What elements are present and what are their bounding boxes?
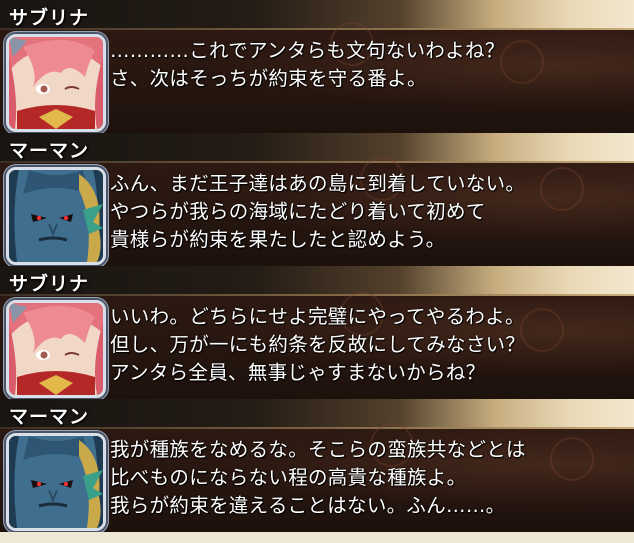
dialogue-text: ふん、まだ王子達はあの島に到着していない。 やつらが我らの海域にたどり着いて初め… <box>110 170 625 254</box>
dialogue-text: …………これでアンタらも文句ないわよね？ さ、次はそっちが約束を守る番よ。 <box>110 37 625 93</box>
dialogue-line: 貴様らが約束を果たしたと認めよう。 <box>110 228 446 251</box>
sabrina-portrait-icon <box>6 34 106 132</box>
dialogue-entry: マーマン ふん、まだ王子達はあの島に到着していない。 やつらが我らの海域にたどり… <box>0 133 634 266</box>
speaker-name-bar: マーマン <box>0 133 634 163</box>
dialogue-entry: サブリナ …………これでアンタらも文句ないわよね？ さ、次はそっちが約束を守る番… <box>0 0 634 133</box>
dialogue-line: さ、次はそっちが約束を守る番よ。 <box>110 67 427 90</box>
dialogue-line: 比べものにならない程の高貴な種族よ。 <box>110 466 467 489</box>
speaker-name-bar: サブリナ <box>0 266 634 296</box>
dialogue-line: ふん、まだ王子達はあの島に到着していない。 <box>110 172 526 195</box>
dialogue-entry: マーマン 我が種族をなめるな。そこらの蛮族共などとは 比べものにならない程の高貴… <box>0 399 634 532</box>
speaker-name-bar: マーマン <box>0 399 634 429</box>
dialogue-text: いいわ。どちらにせよ完璧にやってやるわよ。 但し、万が一にも約条を反故にしてみな… <box>110 303 625 387</box>
dialogue-line: やつらが我らの海域にたどり着いて初めて <box>110 200 486 223</box>
merman-portrait-icon <box>6 167 106 265</box>
dialogue-line: 我らが約束を違えることはない。ふん……。 <box>110 494 506 517</box>
dialogue-line: 我が種族をなめるな。そこらの蛮族共などとは <box>110 438 526 461</box>
speaker-name: マーマン <box>9 140 90 162</box>
sabrina-portrait-icon <box>6 300 106 398</box>
dialogue-entry: サブリナ いいわ。どちらにせよ完璧にやってやるわよ。 但し、万が一にも約条を反故… <box>0 266 634 399</box>
dialogue-line: アンタら全員、無事じゃすまないからね？ <box>110 361 486 384</box>
speaker-name: サブリナ <box>9 273 90 295</box>
speaker-name: マーマン <box>9 406 90 428</box>
dialogue-line: いいわ。どちらにせよ完璧にやってやるわよ。 <box>110 305 525 328</box>
speaker-name-bar: サブリナ <box>0 0 634 30</box>
merman-portrait-icon <box>6 433 106 531</box>
dialogue-line: 但し、万が一にも約条を反故にしてみなさい？ <box>110 333 526 356</box>
dialogue-text: 我が種族をなめるな。そこらの蛮族共などとは 比べものにならない程の高貴な種族よ。… <box>110 436 625 520</box>
speaker-name: サブリナ <box>9 7 90 29</box>
bottom-margin <box>0 532 634 543</box>
dialogue-log: サブリナ …………これでアンタらも文句ないわよね？ さ、次はそっちが約束を守る番… <box>0 0 634 543</box>
dialogue-line: …………これでアンタらも文句ないわよね？ <box>110 39 505 62</box>
